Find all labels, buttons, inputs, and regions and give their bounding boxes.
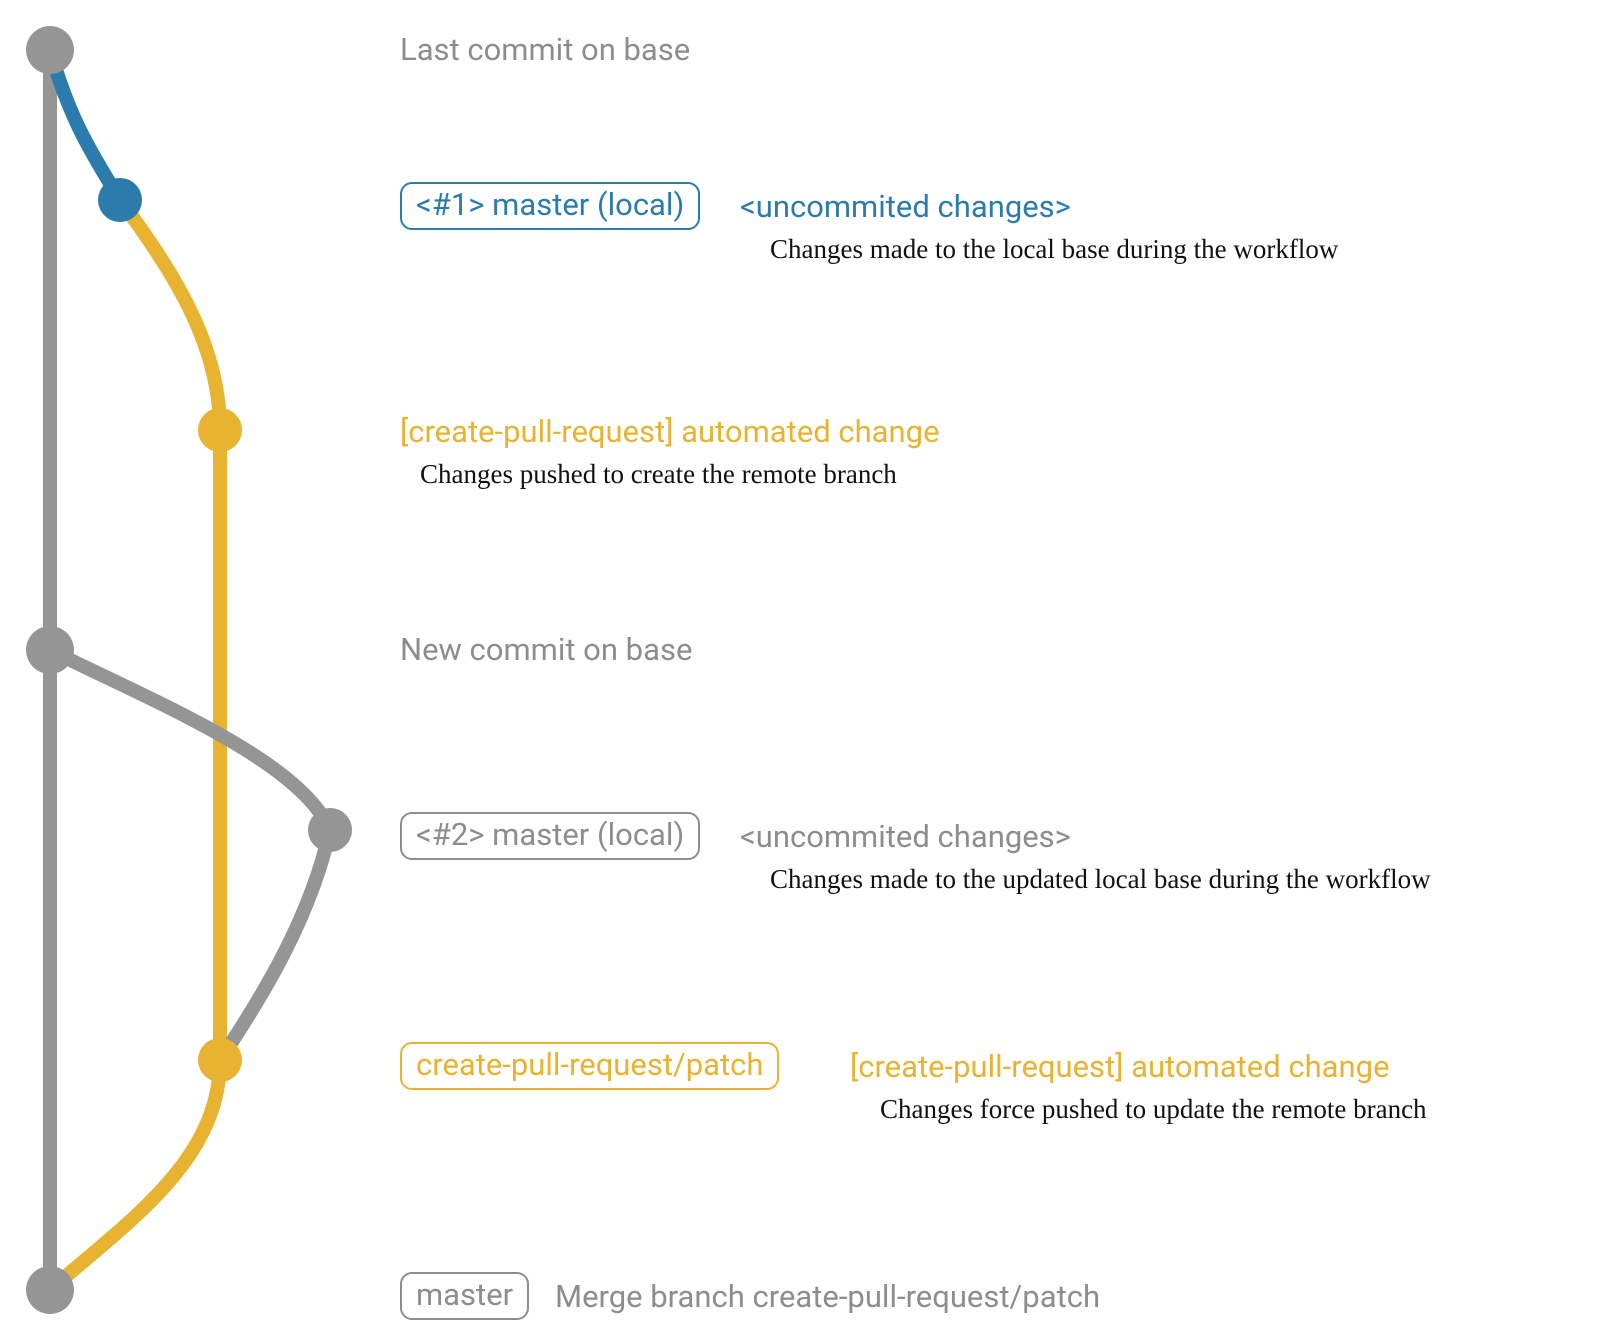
- row3-title: [create-pull-request] automated change: [400, 415, 940, 449]
- row7-pill-wrap: master: [400, 1272, 529, 1320]
- git-graph-diagram: Last commit on base <#1> master (local) …: [0, 0, 1618, 1344]
- row3-sub: Changes pushed to create the remote bran…: [420, 460, 897, 490]
- row7-title: Merge branch create-pull-request/patch: [555, 1280, 1100, 1314]
- row6-title: [create-pull-request] automated change: [850, 1050, 1390, 1084]
- node-local-1: [98, 178, 142, 222]
- row2-pill: <#1> master (local): [400, 182, 700, 230]
- yellow-branch-c: [50, 1060, 220, 1290]
- row2-sub: Changes made to the local base during th…: [770, 235, 1338, 265]
- yellow-branch-a: [120, 200, 220, 430]
- node-automated-1: [198, 408, 242, 452]
- node-merge: [26, 1266, 74, 1314]
- node-last-commit: [26, 26, 74, 74]
- row7-pill: master: [400, 1272, 529, 1320]
- row5-pill-wrap: <#2> master (local): [400, 812, 700, 860]
- row6-sub: Changes force pushed to update the remot…: [880, 1095, 1427, 1125]
- gray-detour-back: [220, 830, 330, 1060]
- row2-pill-wrap: <#1> master (local): [400, 182, 700, 230]
- node-patch: [198, 1038, 242, 1082]
- row6-pill-wrap: create-pull-request/patch: [400, 1042, 779, 1090]
- row5-pill: <#2> master (local): [400, 812, 700, 860]
- row5-sub: Changes made to the updated local base d…: [770, 865, 1431, 895]
- row6-pill: create-pull-request/patch: [400, 1042, 779, 1090]
- blue-branch: [50, 50, 120, 200]
- row4-title: New commit on base: [400, 633, 692, 667]
- node-new-commit: [26, 626, 74, 674]
- gray-detour-out: [50, 650, 330, 830]
- row5-tag: <uncommited changes>: [740, 820, 1071, 854]
- node-local-2: [308, 808, 352, 852]
- row2-tag: <uncommited changes>: [740, 190, 1071, 224]
- row1-title: Last commit on base: [400, 33, 690, 67]
